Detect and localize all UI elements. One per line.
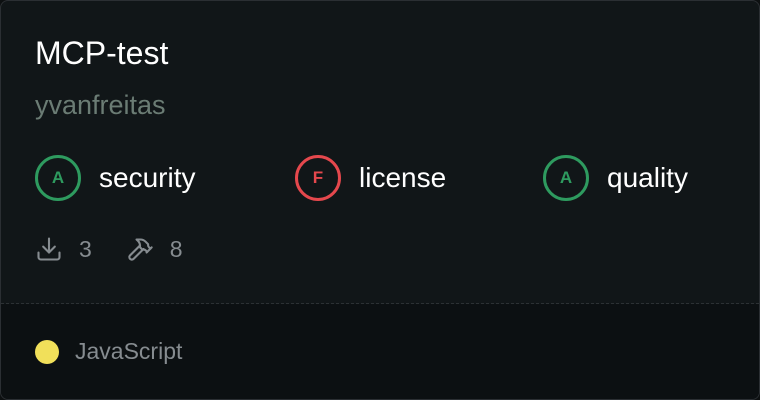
tools-count: 8	[169, 235, 183, 262]
grade-license: F license	[295, 155, 447, 201]
language-name: JavaScript	[75, 338, 183, 364]
grade-label: quality	[607, 162, 688, 193]
grade-badge: F	[295, 155, 341, 201]
card-header: MCP-test yvanfreitas A security F licens…	[1, 1, 759, 303]
server-card[interactable]: MCP-test yvanfreitas A security F licens…	[0, 0, 760, 400]
downloads-count: 3	[79, 235, 92, 262]
tools-stat: 8	[126, 235, 183, 263]
grade-label: security	[99, 162, 196, 193]
grade-quality: A quality	[543, 155, 688, 201]
language-color-dot	[35, 339, 59, 364]
owner-name[interactable]: yvanfreitas	[35, 87, 166, 123]
grade-security: A security	[35, 155, 196, 201]
grade-badge: A	[543, 155, 589, 201]
card-title[interactable]: MCP-test	[35, 33, 168, 73]
language-tag: JavaScript	[35, 338, 182, 365]
grade-badge: A	[35, 155, 81, 201]
download-icon	[35, 235, 63, 263]
downloads-stat: 3	[35, 235, 92, 263]
grade-label: license	[359, 162, 447, 193]
card-footer: JavaScript	[1, 304, 759, 399]
hammer-icon	[126, 235, 154, 263]
stats-row: 3 8	[35, 233, 217, 265]
